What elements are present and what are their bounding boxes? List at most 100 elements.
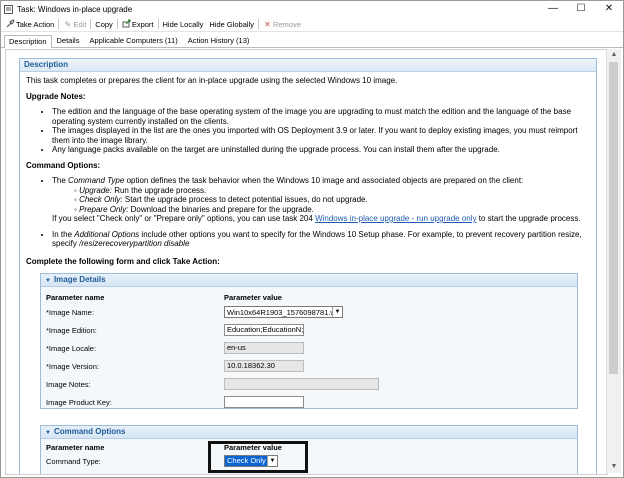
tab-description[interactable]: Description bbox=[4, 35, 52, 48]
col-parameter-value: Parameter value bbox=[224, 292, 282, 302]
scroll-down-icon[interactable]: ▼ bbox=[607, 461, 621, 473]
text-segment: Download the binaries and prepare for th… bbox=[128, 204, 314, 214]
emphasis: Upgrade: bbox=[79, 185, 112, 195]
emphasis: Prepare Only: bbox=[79, 204, 129, 214]
upgrade-notes-list: The edition and the language of the base… bbox=[26, 107, 590, 155]
text-segment: Start the upgrade process to detect pote… bbox=[122, 195, 368, 204]
command-options-header[interactable]: ▼ Command Options bbox=[41, 426, 577, 439]
param-label: *Image Name: bbox=[46, 307, 94, 317]
image-name-select[interactable]: Win10x64R1903_1576098781.wim ▼ bbox=[224, 306, 343, 318]
hide-locally-button[interactable]: Hide Locally bbox=[160, 18, 207, 30]
scroll-thumb[interactable] bbox=[609, 62, 618, 374]
tab-applicable-computers[interactable]: Applicable Computers (11) bbox=[84, 34, 182, 47]
scroll-up-icon[interactable]: ▲ bbox=[607, 49, 621, 61]
command-options-section: ▼ Command Options Parameter name Paramete… bbox=[40, 425, 578, 474]
param-label: *Image Version: bbox=[46, 361, 99, 371]
text-segment: Run the upgrade process. bbox=[111, 185, 207, 195]
intro-text: This task completes or prepares the clie… bbox=[26, 76, 398, 85]
description-content: Description This task completes or prepa… bbox=[5, 49, 608, 475]
take-action-icon bbox=[6, 18, 15, 30]
take-action-button[interactable]: Take Action bbox=[3, 18, 57, 30]
tab-details[interactable]: Details bbox=[52, 34, 85, 47]
param-label: *Image Locale: bbox=[46, 343, 97, 353]
vertical-scrollbar[interactable]: ▲ ▼ bbox=[606, 49, 621, 473]
param-row-image-name: *Image Name: Win10x64R1903_1576098781.wi… bbox=[46, 305, 566, 319]
param-row-image-edition: *Image Edition: Education;EducationN;En bbox=[46, 323, 566, 337]
maximize-button[interactable]: ☐ bbox=[567, 1, 595, 17]
toolbar-separator bbox=[116, 19, 118, 29]
upgrade-notes-title: Upgrade Notes: bbox=[26, 91, 86, 101]
col-parameter-name: Parameter name bbox=[46, 292, 105, 302]
edit-label: Edit bbox=[73, 19, 87, 29]
copy-button[interactable]: Copy bbox=[92, 18, 116, 30]
command-type-note: The Command Type option defines the task… bbox=[52, 176, 590, 230]
image-locale-field[interactable]: en-us bbox=[224, 342, 304, 354]
tab-action-history[interactable]: Action History (13) bbox=[183, 34, 255, 47]
param-label: Image Notes: bbox=[46, 379, 91, 389]
collapse-triangle-icon: ▼ bbox=[45, 278, 51, 284]
image-notes-field[interactable] bbox=[224, 378, 379, 390]
upgrade-note: The images displayed in the list are the… bbox=[52, 126, 590, 145]
toolbar-separator bbox=[58, 19, 60, 29]
image-details-section: ▼ Image Details Parameter name Parameter … bbox=[40, 273, 578, 409]
export-icon bbox=[122, 19, 131, 30]
title-bar: Task: Windows in-place upgrade — ☐ ✕ bbox=[1, 1, 623, 17]
param-row-image-notes: Image Notes: bbox=[46, 377, 566, 391]
upgrade-note: The edition and the language of the base… bbox=[52, 107, 590, 126]
col-parameter-name: Parameter name bbox=[46, 442, 105, 452]
remove-x-icon: ✕ bbox=[264, 19, 271, 29]
param-label: *Image Edition: bbox=[46, 325, 97, 335]
image-version-field[interactable]: 10.0.18362.30 bbox=[224, 360, 304, 372]
copy-label: Copy bbox=[95, 19, 113, 29]
upgrade-note: Any language packs available on the targ… bbox=[52, 145, 590, 155]
description-header: Description bbox=[20, 59, 596, 72]
pencil-icon: ✎ bbox=[64, 19, 72, 29]
param-row-image-locale: *Image Locale: en-us bbox=[46, 341, 566, 355]
param-row-image-version: *Image Version: 10.0.18362.30 bbox=[46, 359, 566, 373]
toolbar-separator bbox=[157, 19, 159, 29]
collapse-triangle-icon: ▼ bbox=[45, 430, 51, 436]
window-title: Task: Windows in-place upgrade bbox=[17, 4, 133, 14]
task-icon bbox=[4, 4, 13, 14]
image-details-column-headers: Parameter name Parameter value bbox=[46, 290, 566, 304]
text-segment: specify bbox=[52, 239, 80, 248]
minimize-button[interactable]: — bbox=[539, 1, 567, 17]
edit-button[interactable]: ✎ Edit bbox=[60, 18, 89, 30]
emphasis: Additional Options bbox=[74, 229, 140, 239]
hide-globally-button[interactable]: Hide Globally bbox=[206, 18, 257, 30]
text-segment: If you select "Check only" or "Prepare o… bbox=[52, 214, 316, 223]
hide-locally-label: Hide Locally bbox=[162, 19, 204, 29]
command-options-list: The Command Type option defines the task… bbox=[26, 176, 590, 249]
sub-item: ◦ Check Only: Start the upgrade process … bbox=[74, 195, 368, 204]
highlight-annotation-box bbox=[208, 441, 308, 473]
image-name-value: Win10x64R1903_1576098781.wim bbox=[227, 307, 332, 317]
remove-label: Remove bbox=[272, 19, 301, 29]
emphasis: Command Type bbox=[68, 176, 125, 185]
take-action-label: Take Action bbox=[16, 19, 55, 29]
run-upgrade-only-link[interactable]: Windows in-place upgrade - run upgrade o… bbox=[315, 214, 476, 223]
text-segment: The bbox=[52, 176, 69, 185]
text-segment: include other options you want to specif… bbox=[139, 229, 582, 239]
check-only-note: If you select "Check only" or "Prepare o… bbox=[52, 214, 590, 224]
export-label: Export bbox=[131, 19, 154, 29]
image-product-key-field[interactable] bbox=[224, 396, 304, 408]
description-panel: Description This task completes or prepa… bbox=[19, 58, 597, 474]
close-button[interactable]: ✕ bbox=[595, 1, 623, 17]
toolbar-separator bbox=[257, 19, 259, 29]
command-type-sublist: ◦ Upgrade: Run the upgrade process. ◦ Ch… bbox=[74, 186, 590, 215]
command-options-section-title: Command Options bbox=[53, 427, 126, 436]
toolbar-separator bbox=[90, 19, 92, 29]
toolbar: Take Action ✎ Edit Copy Export Hide Loca… bbox=[1, 17, 623, 32]
emphasis: /resizerecoverypartition disable bbox=[79, 239, 190, 248]
text-segment: to start the upgrade process. bbox=[476, 214, 581, 223]
image-edition-field[interactable]: Education;EducationN;En bbox=[224, 324, 304, 336]
remove-button[interactable]: ✕ Remove bbox=[260, 18, 304, 30]
image-details-title: Image Details bbox=[53, 275, 106, 284]
image-details-header[interactable]: ▼ Image Details bbox=[41, 274, 577, 287]
text-segment: option defines the task behavior when th… bbox=[124, 176, 524, 185]
export-button[interactable]: Export bbox=[119, 18, 157, 30]
param-label: Image Product Key: bbox=[46, 397, 112, 407]
sub-item: ◦ Upgrade: Run the upgrade process. bbox=[74, 185, 207, 195]
text-segment: In the bbox=[52, 229, 75, 239]
param-label: Command Type: bbox=[46, 456, 101, 466]
